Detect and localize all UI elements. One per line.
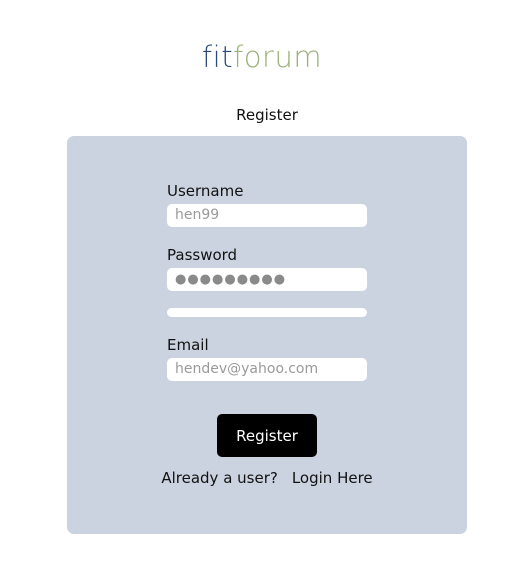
brand-logo-fit: fit [201, 40, 234, 74]
password-strength-bar [167, 308, 367, 317]
register-button[interactable]: Register [217, 414, 317, 457]
register-form-card: Username Password Email Register Already… [67, 136, 467, 534]
brand-logo-forum: forum [233, 40, 323, 74]
login-prompt: Already a user? Login Here [67, 469, 467, 487]
username-field[interactable] [167, 204, 367, 227]
username-label: Username [167, 182, 244, 200]
page-title: Register [236, 106, 298, 124]
email-label: Email [167, 336, 209, 354]
password-label: Password [167, 246, 238, 264]
brand-logo: fitforum [0, 40, 524, 74]
already-user-text: Already a user? [161, 469, 278, 487]
password-field[interactable] [167, 268, 367, 291]
login-link[interactable]: Login Here [292, 469, 373, 487]
email-field[interactable] [167, 358, 367, 381]
